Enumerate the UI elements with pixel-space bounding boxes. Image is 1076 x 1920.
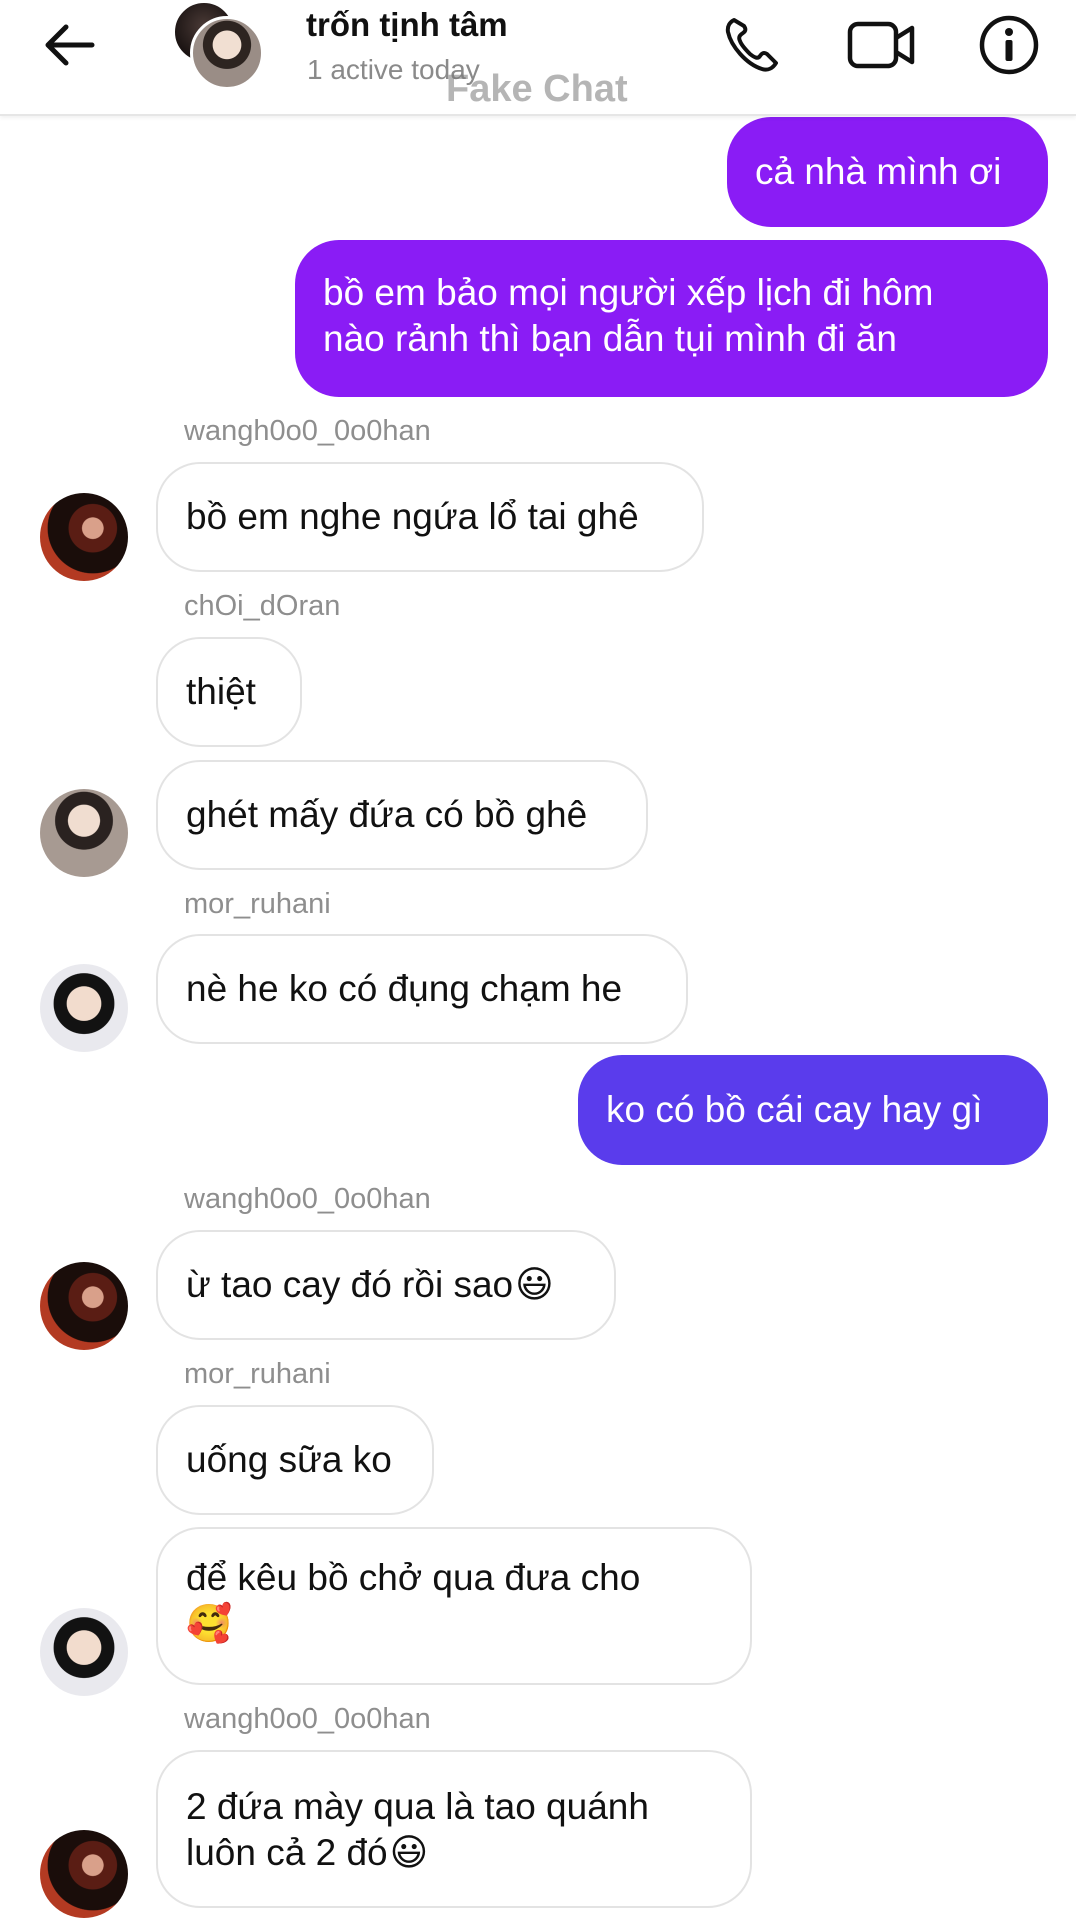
- sender-name: mor_ruhani: [184, 1358, 331, 1390]
- group-avatar-front: [190, 16, 264, 90]
- message-text-line: 2 đứa mày qua là tao quánh: [186, 1786, 649, 1827]
- avatar[interactable]: [40, 1262, 128, 1350]
- video-call-icon[interactable]: [846, 14, 918, 76]
- sender-name: wangh0o0_0o0han: [184, 1703, 431, 1735]
- message-text: bồ em nghe ngứa lổ tai ghê: [186, 496, 639, 537]
- message-text-line: để kêu bồ chở qua đưa cho: [186, 1557, 641, 1598]
- incoming-message[interactable]: 2 đứa mày qua là tao quánh luôn cả 2 đó😃: [156, 1750, 752, 1908]
- incoming-message[interactable]: để kêu bồ chở qua đưa cho 🥰: [156, 1527, 752, 1685]
- message-text: uống sữa ko: [186, 1439, 392, 1480]
- phone-call-icon[interactable]: [720, 14, 782, 76]
- message-text-line: nào rảnh thì bạn dẫn tụi mình đi ăn: [323, 318, 897, 359]
- message-text-line: bồ em bảo mọi người xếp lịch đi hôm: [323, 272, 934, 313]
- info-icon[interactable]: [978, 14, 1040, 76]
- outgoing-message[interactable]: ko có bồ cái cay hay gì: [578, 1055, 1048, 1165]
- back-arrow-icon[interactable]: [40, 20, 100, 70]
- incoming-message[interactable]: ừ tao cay đó rồi sao 😃: [156, 1230, 616, 1340]
- message-text: cả nhà mình ơi: [755, 151, 1002, 192]
- avatar[interactable]: [40, 1608, 128, 1696]
- incoming-message[interactable]: thiệt: [156, 637, 302, 747]
- outgoing-message[interactable]: cả nhà mình ơi: [727, 117, 1048, 227]
- group-avatar[interactable]: [172, 0, 264, 90]
- incoming-message[interactable]: bồ em nghe ngứa lổ tai ghê: [156, 462, 704, 572]
- message-text: ừ tao cay đó rồi sao: [186, 1264, 514, 1305]
- avatar[interactable]: [40, 1830, 128, 1918]
- avatar[interactable]: [40, 789, 128, 877]
- sender-name: wangh0o0_0o0han: [184, 415, 431, 447]
- watermark: Fake Chat: [446, 68, 628, 110]
- smiley-emoji: 😃: [515, 1264, 554, 1305]
- sender-name: mor_ruhani: [184, 888, 331, 920]
- message-text: nè he ko có đụng chạm he: [186, 968, 623, 1009]
- sender-name: wangh0o0_0o0han: [184, 1183, 431, 1215]
- outgoing-message[interactable]: bồ em bảo mọi người xếp lịch đi hôm nào …: [295, 240, 1048, 397]
- message-text: ghét mấy đứa có bồ ghê: [186, 794, 588, 835]
- incoming-message[interactable]: ghét mấy đứa có bồ ghê: [156, 760, 648, 870]
- smiley-emoji: 😃: [389, 1832, 429, 1873]
- sender-name: chOi_dOran: [184, 590, 341, 622]
- avatar[interactable]: [40, 964, 128, 1052]
- incoming-message[interactable]: nè he ko có đụng chạm he: [156, 934, 688, 1044]
- heart-face-emoji: 🥰: [186, 1603, 233, 1644]
- incoming-message[interactable]: uống sữa ko: [156, 1405, 434, 1515]
- conversation-title[interactable]: trốn tịnh tâm: [306, 6, 508, 44]
- message-text: ko có bồ cái cay hay gì: [606, 1089, 983, 1130]
- message-text: thiệt: [186, 671, 256, 712]
- avatar[interactable]: [40, 493, 128, 581]
- message-text-line: luôn cả 2 đó: [186, 1832, 388, 1873]
